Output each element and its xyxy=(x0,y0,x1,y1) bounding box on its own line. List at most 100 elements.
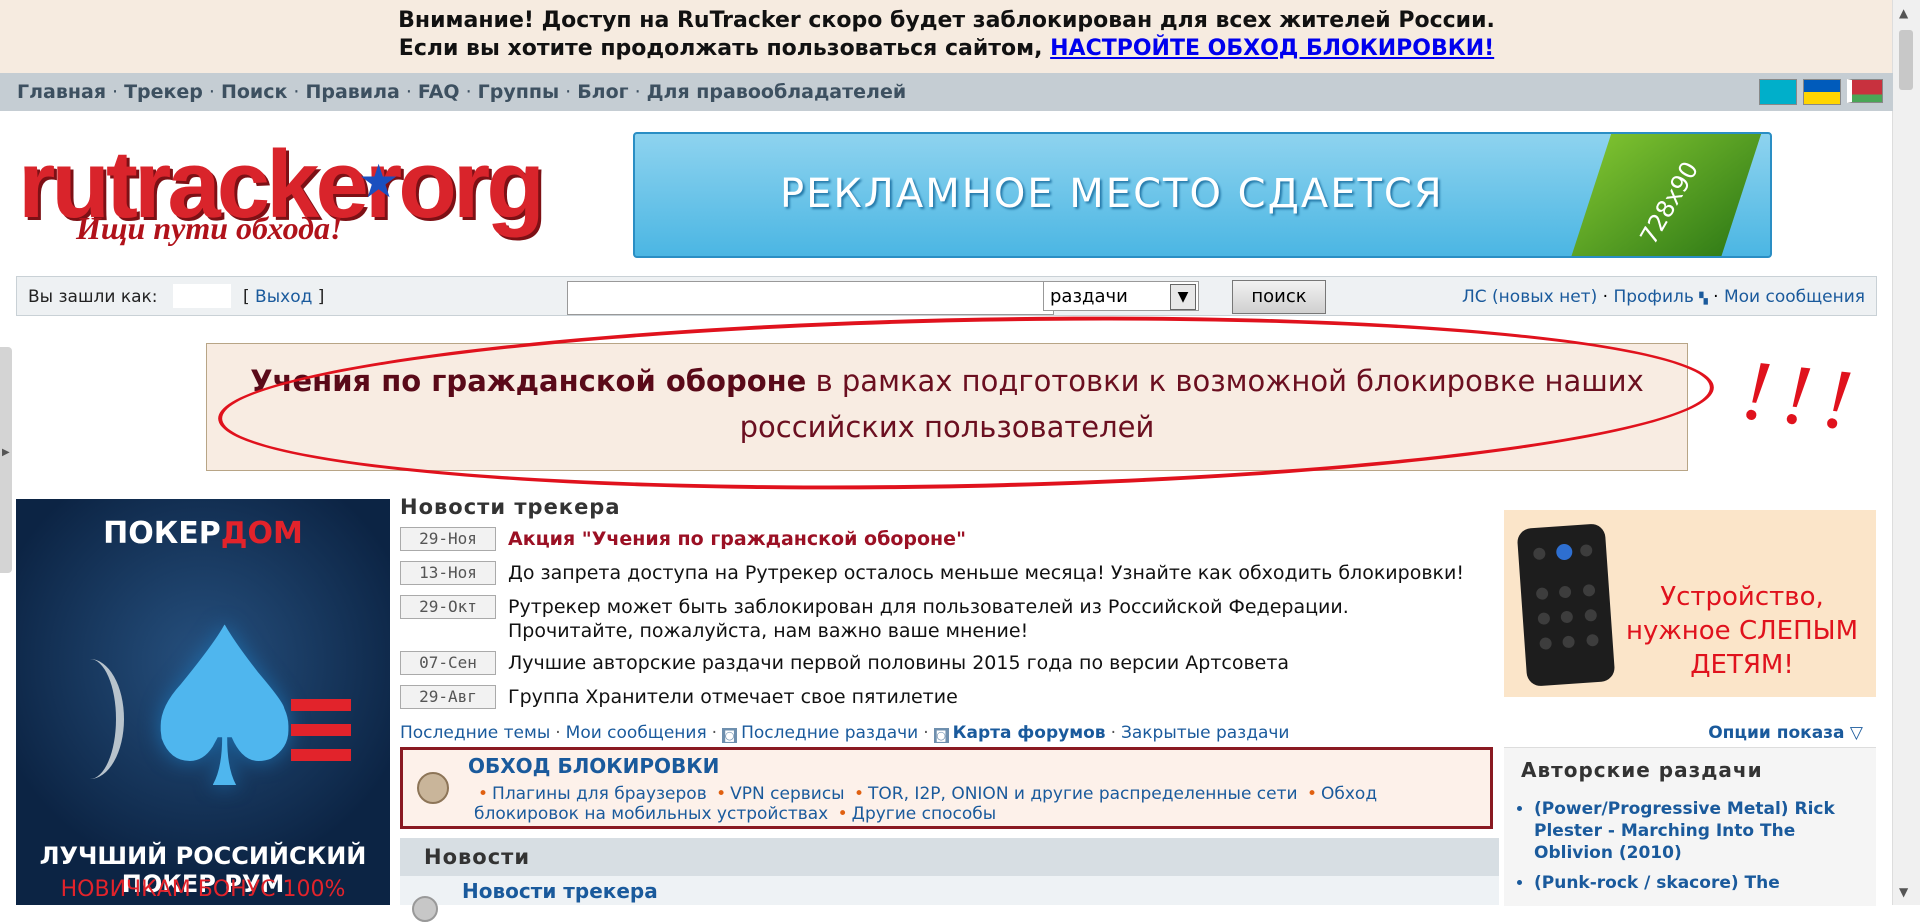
poker-logo-a: ПОКЕР xyxy=(103,516,221,551)
poker-ad[interactable]: ПОКЕРДОМ ♠ ЛУЧШИЙ РОССИЙСКИЙ ПОКЕР РУМ Н… xyxy=(16,499,390,905)
logged-in-label: Вы зашли как: xyxy=(28,287,158,307)
profile-link[interactable]: Профиль xyxy=(1613,287,1693,307)
rss-icon[interactable]: ◙ xyxy=(722,728,738,743)
user-search-bar: Вы зашли как: [ Выход ] раздачи ▼ поиск … xyxy=(16,276,1877,316)
nav-separator: · xyxy=(208,81,215,103)
triangle-down-icon: ▽ xyxy=(1844,723,1863,743)
closed-releases-link[interactable]: Закрытые раздачи xyxy=(1121,723,1290,743)
quick-separator: · xyxy=(555,723,561,743)
search-input[interactable] xyxy=(567,281,1054,315)
nav-tracker[interactable]: Трекер xyxy=(124,81,203,103)
nav-groups[interactable]: Группы xyxy=(478,81,560,103)
last-releases-link[interactable]: Последние раздачи xyxy=(741,723,918,743)
logo-slogan: Ищи пути обхода! xyxy=(76,210,343,246)
bullet-icon: • xyxy=(854,784,865,804)
nav-links: Главная · Трекер · Поиск · Правила · FAQ · Группы ·… xyxy=(17,81,906,103)
nav-copyright-holders[interactable]: Для правообладателей xyxy=(647,81,907,103)
news-link[interactable]: Лучшие авторские раздачи первой половины… xyxy=(508,651,1478,675)
private-messages-link[interactable]: ЛС (новых нет) xyxy=(1462,287,1597,307)
display-options[interactable]: Опции показа ▽ xyxy=(1708,723,1863,743)
forum-map-link[interactable]: Карта форумов xyxy=(953,723,1106,743)
bypass-link[interactable]: Другие способы xyxy=(852,804,997,824)
user-links-separator: · xyxy=(1713,287,1719,307)
flag-stripe xyxy=(291,749,351,761)
search-button[interactable]: поиск xyxy=(1232,280,1326,314)
search-scope-value: раздачи xyxy=(1050,286,1128,307)
release-link[interactable]: (Punk-rock / skacore) The xyxy=(1534,873,1780,893)
flag-stripe xyxy=(291,699,351,711)
ad-banner[interactable]: РЕКЛАМНОЕ МЕСТО СДАЕТСЯ 728x90 xyxy=(633,132,1772,258)
my-messages-link[interactable]: Мои сообщения xyxy=(1724,287,1865,307)
scroll-down-icon[interactable]: ▼ xyxy=(1899,885,1908,899)
bullet-icon: • xyxy=(478,784,489,804)
bypass-link[interactable]: Плагины для браузеров xyxy=(492,784,707,804)
bypass-title-link[interactable]: ОБХОД БЛОКИРОВКИ xyxy=(468,754,719,778)
news-link[interactable]: Акция "Учения по гражданской обороне" xyxy=(508,527,1478,551)
release-link[interactable]: (Power/Progressive Metal) Rick Plester -… xyxy=(1534,799,1835,863)
banner-text: РЕКЛАМНОЕ МЕСТО СДАЕТСЯ xyxy=(780,171,1444,217)
news-date: 29-Авг xyxy=(400,685,496,709)
remote-button xyxy=(1558,585,1572,599)
list-item: (Punk-rock / skacore) The xyxy=(1534,872,1859,894)
ukraine-flag-icon[interactable] xyxy=(1803,79,1841,105)
scroll-up-icon[interactable]: ▲ xyxy=(1899,6,1908,20)
remote-button xyxy=(1535,587,1549,601)
bullet-icon: • xyxy=(1306,784,1317,804)
news-link[interactable]: Рутрекер может быть заблокирован для пол… xyxy=(508,595,1478,643)
news-date: 13-Ноя xyxy=(400,561,496,585)
nav-faq[interactable]: FAQ xyxy=(418,81,460,103)
quick-my-messages-link[interactable]: Мои сообщения xyxy=(566,723,707,743)
username-box xyxy=(173,284,231,308)
nav-separator: · xyxy=(465,81,472,103)
chevron-right-icon: ▶ xyxy=(2,447,10,458)
nav-home[interactable]: Главная xyxy=(17,81,106,103)
block-warning-banner: Внимание! Доступ на RuTracker скоро буде… xyxy=(0,0,1893,73)
logout-link[interactable]: Выход xyxy=(255,287,312,307)
setup-bypass-link[interactable]: НАСТРОЙТЕ ОБХОД БЛОКИРОВКИ! xyxy=(1050,36,1494,61)
nav-search[interactable]: Поиск xyxy=(221,81,287,103)
star-icon: ★ xyxy=(358,154,400,208)
tracker-news-forum-link[interactable]: Новости трекера xyxy=(462,879,658,903)
warning-line-2-text: Если вы хотите продолжать пользоваться с… xyxy=(398,36,1043,61)
wing-left-icon xyxy=(56,659,124,779)
bullet-icon: • xyxy=(716,784,727,804)
remote-button xyxy=(1586,633,1599,647)
poker-bonus: НОВИЧКАМ БОНУС 100% xyxy=(60,877,346,902)
remote-device-ad[interactable]: Устройство, нужное СЛЕПЫМ ДЕТЯМ! xyxy=(1504,510,1876,697)
scrollbar-thumb[interactable] xyxy=(1899,30,1913,90)
sidebar-toggle[interactable]: ▶ xyxy=(0,347,12,573)
profile-dropdown-icon[interactable]: ▚ xyxy=(1699,292,1707,305)
news-link[interactable]: Группа Хранители отмечает свое пятилетие xyxy=(508,685,1478,709)
remote-button xyxy=(1537,612,1551,625)
nav-separator: · xyxy=(405,81,412,103)
bullet-icon: • xyxy=(837,804,848,824)
nav-rules[interactable]: Правила xyxy=(305,81,399,103)
news-link[interactable]: До запрета доступа на Рутрекер осталось … xyxy=(508,561,1478,585)
forum-map-label: Карта форумов xyxy=(952,723,1106,743)
forum-status-icon xyxy=(412,896,438,922)
chevron-down-icon[interactable]: ▼ xyxy=(1170,284,1196,310)
last-topics-link[interactable]: Последние темы xyxy=(400,723,550,743)
quick-separator: · xyxy=(711,723,718,743)
nav-blog[interactable]: Блог xyxy=(577,81,628,103)
rss-icon[interactable]: ◙ xyxy=(933,728,949,743)
forum-row: Новости трекера xyxy=(400,876,1499,922)
remote-button xyxy=(1579,544,1593,557)
vertical-scrollbar[interactable]: ▲ ▼ xyxy=(1892,0,1920,905)
display-options-label: Опции показа xyxy=(1708,723,1845,743)
user-links: ЛС (новых нет) · Профиль ▚ · Мои сообщен… xyxy=(1462,287,1865,307)
logout-group: [ Выход ] xyxy=(243,287,325,307)
red-ellipse-annotation xyxy=(216,302,1716,504)
belarus-flag-icon[interactable] xyxy=(1847,79,1883,103)
forum-icon xyxy=(417,772,449,804)
kazakhstan-flag-icon[interactable] xyxy=(1759,79,1797,105)
search-scope-select[interactable]: раздачи ▼ xyxy=(1043,281,1199,311)
bypass-link[interactable]: TOR, I2P, ONION и другие распределенные … xyxy=(868,784,1298,804)
logo-org: org xyxy=(398,131,545,238)
exclamation-annotation: !!! xyxy=(1737,340,1869,450)
remote-button xyxy=(1560,610,1574,624)
site-logo[interactable]: rutrackerorg ★ Ищи пути обхода! xyxy=(18,137,545,258)
bypass-link[interactable]: VPN сервисы xyxy=(730,784,844,804)
news-section-header: Новости xyxy=(400,838,1499,876)
poker-logo: ПОКЕРДОМ xyxy=(16,516,390,551)
